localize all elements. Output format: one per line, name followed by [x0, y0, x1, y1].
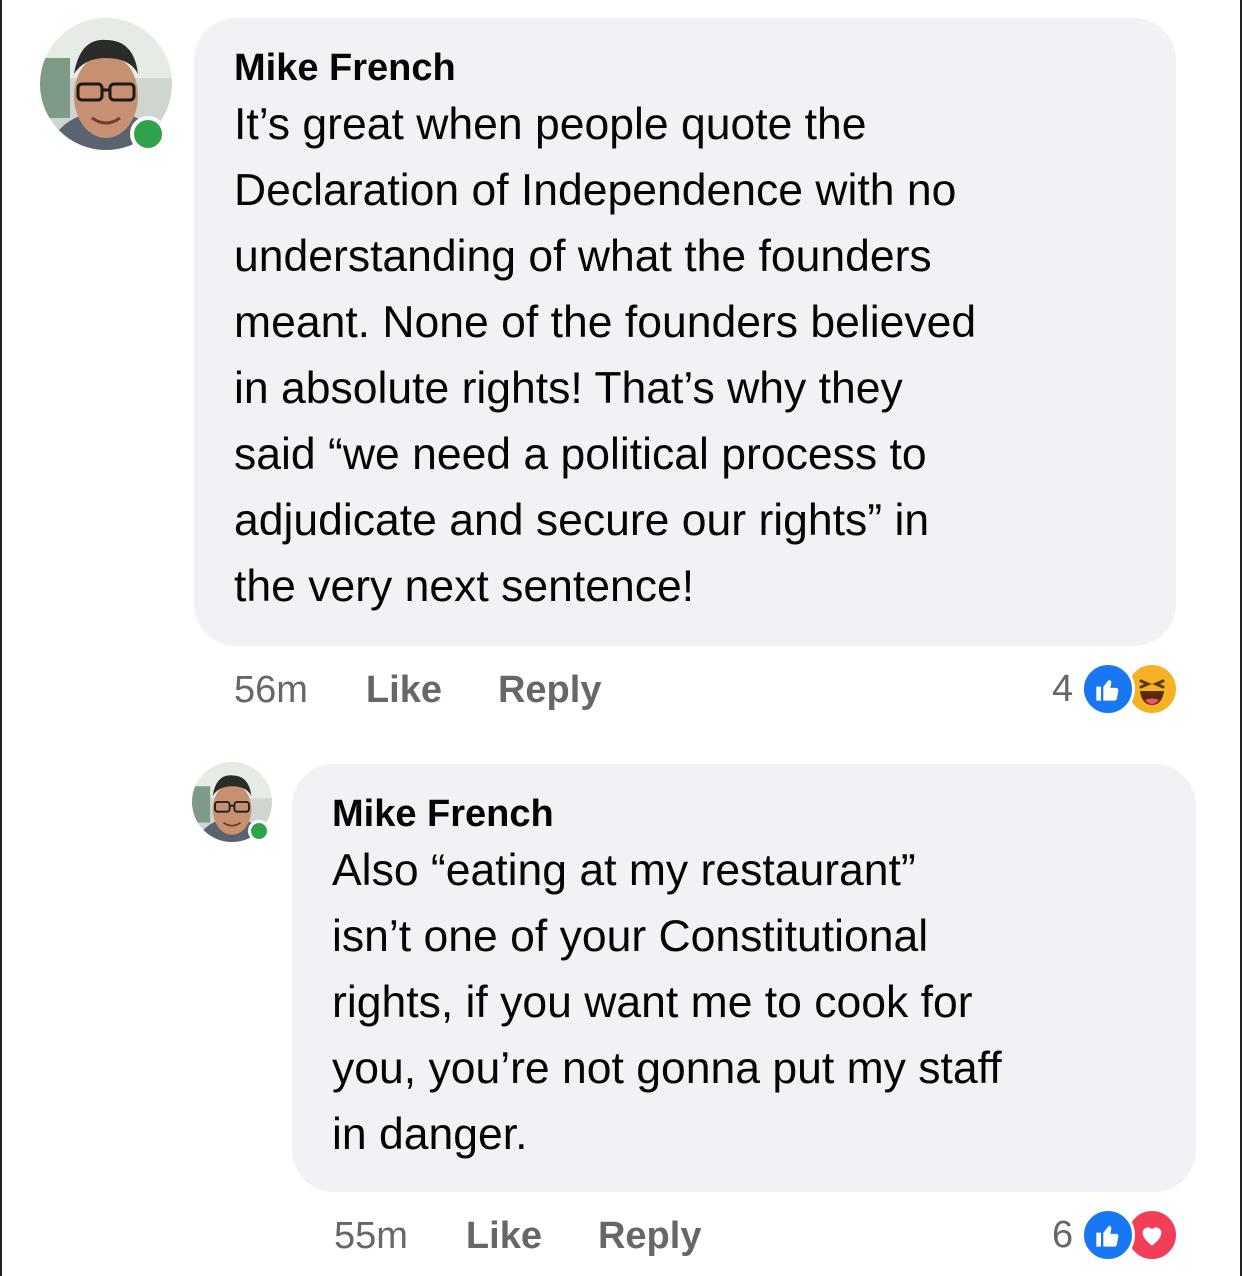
- comment-bubble: Mike French It’s great when people quote…: [194, 18, 1176, 646]
- comment-text: Also “eating at my restaurant” isn’t one…: [332, 846, 1002, 1159]
- reaction-summary[interactable]: 4: [1052, 662, 1180, 716]
- reaction-summary[interactable]: 6: [1052, 1208, 1180, 1262]
- comment-timestamp[interactable]: 55m: [334, 1215, 408, 1258]
- comment: Mike French It’s great when people quote…: [0, 0, 1242, 730]
- comment-actions: 56m Like Reply: [234, 666, 601, 714]
- like-button[interactable]: Like: [466, 1215, 542, 1258]
- reply-button[interactable]: Reply: [598, 1215, 701, 1258]
- avatar[interactable]: [192, 762, 272, 842]
- comment-text: It’s great when people quote the Declara…: [234, 100, 977, 611]
- avatar[interactable]: [40, 18, 172, 152]
- like-icon: [1081, 1208, 1136, 1262]
- comment-author[interactable]: Mike French: [332, 792, 1160, 836]
- reply-button[interactable]: Reply: [498, 669, 601, 712]
- online-status-dot: [130, 116, 166, 152]
- comment-reply: Mike French Also “eating at my restauran…: [0, 730, 1242, 1276]
- comment-author[interactable]: Mike French: [234, 46, 1138, 90]
- comment-actions: 55m Like Reply: [334, 1212, 701, 1260]
- reaction-count: 6: [1052, 1213, 1074, 1256]
- comment-bubble: Mike French Also “eating at my restauran…: [292, 764, 1196, 1192]
- like-icon: [1081, 662, 1136, 716]
- reaction-count: 4: [1052, 667, 1074, 710]
- like-button[interactable]: Like: [366, 669, 442, 712]
- online-status-dot: [248, 820, 270, 842]
- comment-timestamp[interactable]: 56m: [234, 669, 308, 712]
